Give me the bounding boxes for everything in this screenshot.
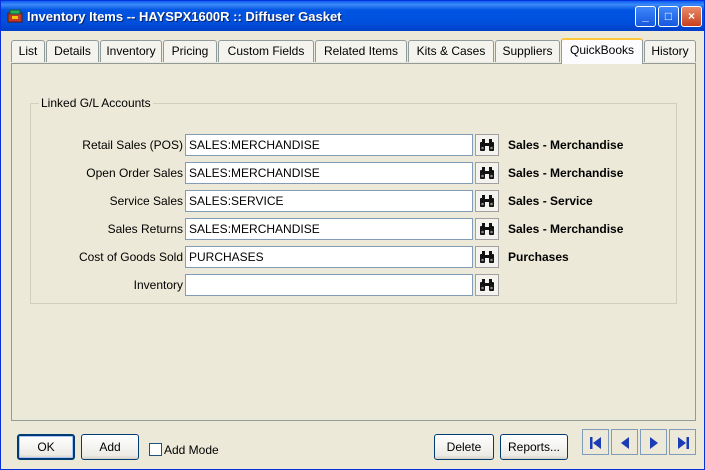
maximize-icon: □ xyxy=(664,9,673,23)
service-sales-account-input[interactable] xyxy=(185,190,473,212)
next-record-icon xyxy=(650,437,658,449)
minimize-button[interactable]: _ xyxy=(635,6,656,27)
inventory-app-icon xyxy=(7,9,23,23)
linked-gl-accounts-group: Linked G/L Accounts Retail Sales (POS) S… xyxy=(30,96,677,304)
gl-row-sales-returns: Sales Returns Sales - Merchandise xyxy=(31,218,676,240)
binoculars-icon xyxy=(480,223,494,235)
button-label: Reports... xyxy=(507,440,561,454)
binoculars-icon xyxy=(480,251,494,263)
inventory-items-window: Inventory Items -- HAYSPX1600R :: Diffus… xyxy=(0,0,705,470)
tab-quickbooks[interactable]: QuickBooks xyxy=(561,38,643,64)
tab-details[interactable]: Details xyxy=(46,40,99,62)
account-description: Sales - Merchandise xyxy=(508,138,624,152)
previous-record-icon xyxy=(621,437,629,449)
field-label: Service Sales xyxy=(109,194,183,208)
last-record-icon xyxy=(678,437,689,449)
gl-row-inventory: Inventory xyxy=(31,274,676,296)
add-button[interactable]: Add xyxy=(81,434,139,460)
maximize-button[interactable]: □ xyxy=(658,6,679,27)
tab-label: Inventory xyxy=(106,44,156,58)
add-mode-label[interactable]: Add Mode xyxy=(164,443,219,457)
find-account-button[interactable] xyxy=(475,246,499,268)
tab-label: List xyxy=(18,44,38,58)
close-icon: × xyxy=(687,9,695,23)
bottom-toolbar: OK Add Add Mode Delete Reports... xyxy=(11,429,701,465)
gl-row-service-sales: Service Sales Sales - Service xyxy=(31,190,676,212)
gl-row-retail-sales: Retail Sales (POS) Sales - Merchandise xyxy=(31,134,676,156)
window-title: Inventory Items -- HAYSPX1600R :: Diffus… xyxy=(27,9,342,24)
tab-custom-fields[interactable]: Custom Fields xyxy=(218,40,314,62)
quickbooks-tab-panel: Linked G/L Accounts Retail Sales (POS) S… xyxy=(11,63,696,421)
previous-record-button[interactable] xyxy=(611,429,638,455)
binoculars-icon xyxy=(480,195,494,207)
find-account-button[interactable] xyxy=(475,218,499,240)
tab-label: Kits & Cases xyxy=(416,44,486,58)
tab-label: Related Items xyxy=(323,44,399,58)
button-label: Add xyxy=(99,440,121,454)
reports-button[interactable]: Reports... xyxy=(500,434,568,460)
tab-list[interactable]: List xyxy=(11,40,45,62)
tab-suppliers[interactable]: Suppliers xyxy=(495,40,560,62)
gl-row-open-order-sales: Open Order Sales Sales - Merchandise xyxy=(31,162,676,184)
open-order-sales-account-input[interactable] xyxy=(185,162,473,184)
title-bar[interactable]: Inventory Items -- HAYSPX1600R :: Diffus… xyxy=(1,1,704,31)
find-account-button[interactable] xyxy=(475,162,499,184)
find-account-button[interactable] xyxy=(475,274,499,296)
account-description: Sales - Service xyxy=(508,194,593,208)
gl-row-cost-of-goods-sold: Cost of Goods Sold Purchases xyxy=(31,246,676,268)
field-label: Inventory xyxy=(133,278,183,292)
add-mode-checkbox[interactable] xyxy=(149,443,162,456)
field-label: Sales Returns xyxy=(107,222,183,236)
retail-sales-account-input[interactable] xyxy=(185,134,473,156)
next-record-button[interactable] xyxy=(640,429,667,455)
account-description: Purchases xyxy=(508,250,569,264)
tab-inventory[interactable]: Inventory xyxy=(100,40,162,62)
tab-pricing[interactable]: Pricing xyxy=(163,40,217,62)
find-account-button[interactable] xyxy=(475,134,499,156)
sales-returns-account-input[interactable] xyxy=(185,218,473,240)
tab-label: History xyxy=(651,44,689,58)
tab-history[interactable]: History xyxy=(644,40,696,62)
account-description: Sales - Merchandise xyxy=(508,166,624,180)
field-label: Retail Sales (POS) xyxy=(82,138,183,152)
binoculars-icon xyxy=(480,279,494,291)
binoculars-icon xyxy=(480,139,494,151)
account-description: Sales - Merchandise xyxy=(508,222,624,236)
button-label: OK xyxy=(37,440,55,454)
close-button[interactable]: × xyxy=(681,6,702,27)
button-label: Delete xyxy=(446,440,482,454)
field-label: Cost of Goods Sold xyxy=(78,250,183,264)
first-record-button[interactable] xyxy=(582,429,609,455)
tab-related-items[interactable]: Related Items xyxy=(315,40,407,62)
group-legend: Linked G/L Accounts xyxy=(41,96,151,110)
ok-button[interactable]: OK xyxy=(17,434,75,460)
tab-label: Details xyxy=(54,44,91,58)
field-label: Open Order Sales xyxy=(86,166,183,180)
delete-button[interactable]: Delete xyxy=(434,434,494,460)
tab-strip: List Details Inventory Pricing Custom Fi… xyxy=(11,38,701,64)
tab-label: Custom Fields xyxy=(227,44,305,58)
tab-label: Suppliers xyxy=(502,44,553,58)
inventory-account-input[interactable] xyxy=(185,274,473,296)
tab-label: QuickBooks xyxy=(569,43,635,57)
minimize-icon: _ xyxy=(642,9,649,23)
cogs-account-input[interactable] xyxy=(185,246,473,268)
find-account-button[interactable] xyxy=(475,190,499,212)
last-record-button[interactable] xyxy=(669,429,696,455)
tab-label: Pricing xyxy=(171,44,209,58)
tab-kits-cases[interactable]: Kits & Cases xyxy=(408,40,494,62)
binoculars-icon xyxy=(480,167,494,179)
first-record-icon xyxy=(590,437,601,449)
